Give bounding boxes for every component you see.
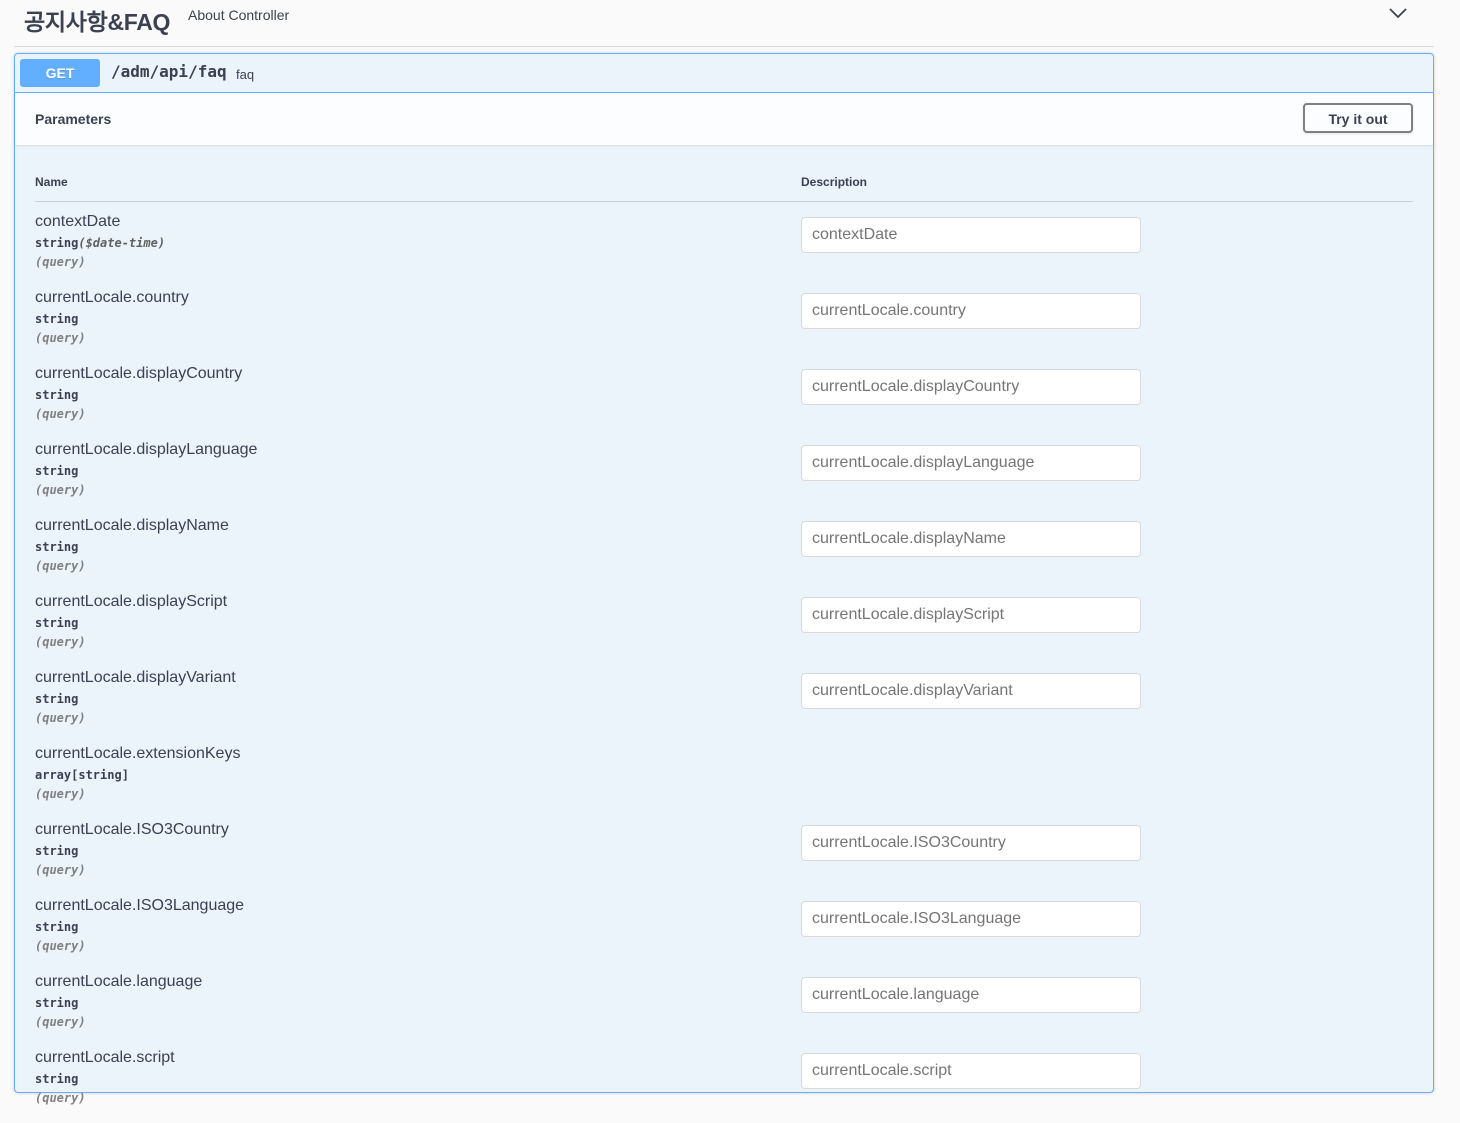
- parameter-row: currentLocale.displayLanguage string (quer…: [15, 439, 1433, 515]
- parameter-input[interactable]: [801, 825, 1141, 861]
- parameter-location: (query): [35, 787, 86, 801]
- endpoint-path: /adm/api/faq: [111, 62, 227, 81]
- parameter-row: currentLocale.script string (query): [15, 1047, 1433, 1123]
- parameter-type-label: string: [35, 464, 79, 478]
- parameters-header: Parameters Try it out: [15, 93, 1433, 145]
- parameter-name: currentLocale.displayCountry: [35, 365, 243, 382]
- parameter-name: currentLocale.displayName: [35, 517, 229, 534]
- column-header-description: Description: [801, 175, 868, 189]
- column-header-name: Name: [35, 175, 68, 189]
- parameter-format: ($date-time): [78, 236, 166, 250]
- parameter-type: string: [35, 540, 78, 554]
- parameter-name: currentLocale.language: [35, 973, 203, 990]
- parameter-location: (query): [35, 635, 86, 649]
- parameter-location: (query): [35, 559, 86, 573]
- parameter-type: string: [35, 844, 78, 858]
- parameter-type-label: string: [35, 616, 79, 630]
- parameter-name: currentLocale.displayVariant: [35, 669, 236, 686]
- parameter-input[interactable]: [801, 369, 1141, 405]
- parameter-type-label: string: [35, 312, 79, 326]
- parameter-row: currentLocale.language string (query): [15, 971, 1433, 1047]
- parameter-location: (query): [35, 1091, 86, 1105]
- parameter-input[interactable]: [801, 673, 1141, 709]
- parameter-name: currentLocale.ISO3Language: [35, 897, 245, 914]
- parameter-type-label: string: [35, 388, 79, 402]
- parameter-row: currentLocale.country string (query): [15, 287, 1433, 363]
- parameter-row: currentLocale.extensionKeys array[string]…: [15, 743, 1433, 819]
- parameter-input[interactable]: [801, 445, 1141, 481]
- parameter-location: (query): [35, 331, 86, 345]
- operation-description: faq: [236, 67, 255, 82]
- parameter-name: currentLocale.script: [35, 1049, 175, 1066]
- parameter-type-label: array[string]: [35, 768, 129, 782]
- parameter-input[interactable]: [801, 901, 1141, 937]
- parameters-title: Parameters: [35, 111, 112, 127]
- parameters-table: contextDatestring($date-time)(query)curr…: [15, 211, 1433, 1123]
- parameter-row: currentLocale.ISO3Language string (query): [15, 895, 1433, 971]
- parameter-row: currentLocale.displayScript string (query): [15, 591, 1433, 667]
- parameter-type: string: [35, 464, 78, 478]
- parameter-row: currentLocale.displayCountry string (query…: [15, 363, 1433, 439]
- parameter-location: (query): [35, 483, 86, 497]
- try-it-out-button[interactable]: Try it out: [1303, 103, 1413, 133]
- operation-block: GET /adm/api/faq faq Parameters Try it o…: [14, 53, 1434, 1105]
- operation-summary[interactable]: GET /adm/api/faq faq: [15, 54, 1433, 93]
- parameter-type: string: [35, 920, 78, 934]
- parameter-type: string: [35, 616, 78, 630]
- parameter-name: currentLocale.displayScript: [35, 593, 228, 610]
- parameter-location: (query): [35, 255, 86, 269]
- parameter-name: contextDate: [35, 213, 121, 230]
- parameter-location: (query): [35, 1015, 86, 1029]
- tag-description: About Controller: [188, 7, 290, 23]
- parameter-row: contextDate string($date-time) (query): [15, 211, 1433, 287]
- parameter-type: string: [35, 1072, 78, 1086]
- parameter-type-label: string: [35, 920, 79, 934]
- parameter-input[interactable]: [801, 597, 1141, 633]
- parameter-location: (query): [35, 939, 86, 953]
- parameter-name: currentLocale.ISO3Country: [35, 821, 229, 838]
- parameter-input[interactable]: [801, 217, 1141, 253]
- parameter-row: currentLocale.ISO3Country string (query): [15, 819, 1433, 895]
- http-method-badge: GET: [20, 59, 100, 87]
- parameter-type: string: [35, 312, 78, 326]
- parameter-type: string($date-time): [35, 236, 165, 250]
- header-divider: [35, 201, 1413, 202]
- parameter-type-label: string: [35, 844, 79, 858]
- parameter-name: currentLocale.extensionKeys: [35, 745, 241, 762]
- parameter-type: string: [35, 692, 78, 706]
- parameter-type: string: [35, 996, 78, 1010]
- parameter-location: (query): [35, 711, 86, 725]
- parameter-type-label: string: [35, 692, 79, 706]
- parameter-input[interactable]: [801, 521, 1141, 557]
- parameter-type: string: [35, 388, 78, 402]
- parameter-type-label: string: [35, 996, 79, 1010]
- parameter-row: currentLocale.displayName string (query): [15, 515, 1433, 591]
- parameter-input[interactable]: [801, 977, 1141, 1013]
- chevron-down-icon[interactable]: [1388, 6, 1408, 20]
- parameter-name: currentLocale.displayLanguage: [35, 441, 258, 458]
- tag-title: 공지사항&FAQ: [24, 9, 171, 35]
- parameter-input[interactable]: [801, 293, 1141, 329]
- parameter-input[interactable]: [801, 1053, 1141, 1089]
- parameter-type: array[string]: [35, 768, 129, 782]
- parameter-location: (query): [35, 407, 86, 421]
- parameter-name: currentLocale.country: [35, 289, 189, 306]
- parameter-location: (query): [35, 863, 86, 877]
- parameter-type-label: string: [35, 540, 79, 554]
- tag-header[interactable]: 공지사항&FAQ About Controller: [14, 0, 1434, 47]
- parameter-type-label: string: [35, 1072, 79, 1086]
- parameter-type-label: string: [35, 236, 79, 250]
- parameter-row: currentLocale.displayVariant string (query…: [15, 667, 1433, 743]
